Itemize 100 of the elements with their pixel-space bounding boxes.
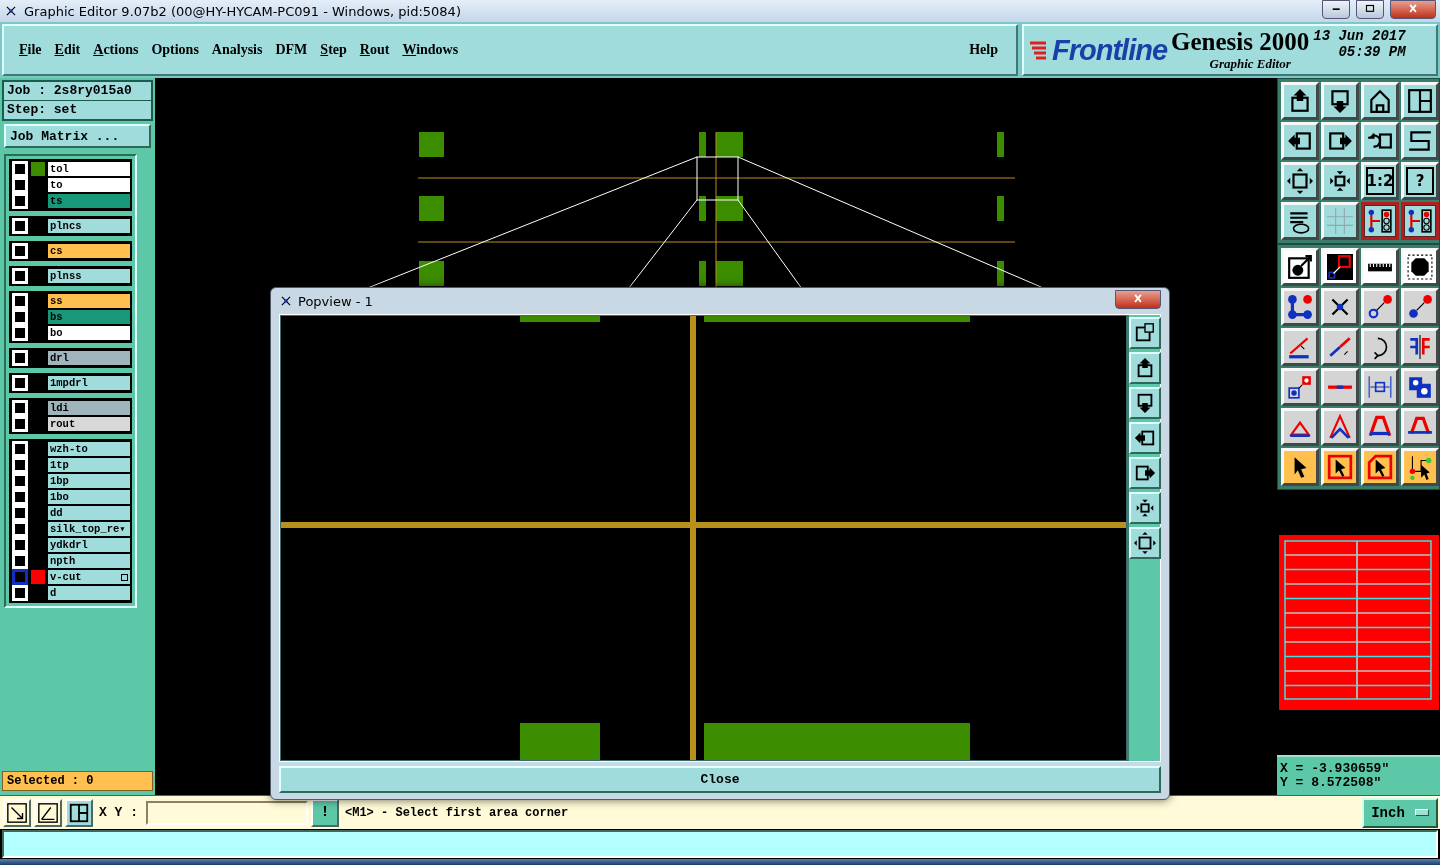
layer-name[interactable]: drl: [48, 351, 130, 365]
units-button[interactable]: Inch: [1362, 797, 1438, 828]
close-button[interactable]: [1390, 0, 1436, 19]
maximize-button[interactable]: [1356, 0, 1384, 19]
layer-name[interactable]: plncs: [48, 219, 130, 233]
circuit-icon: [1367, 208, 1393, 234]
menu-item[interactable]: Step: [315, 42, 352, 58]
window-title: Graphic Editor 9.07b2 (00@HY-HYCAM-PC091 - Windows, pid:5084): [24, 3, 462, 19]
shapes-icon: [1407, 374, 1433, 400]
dropdown-icon: [1414, 809, 1429, 816]
layer-name[interactable]: v-cut: [48, 570, 130, 584]
layer-checkbox[interactable]: [13, 570, 27, 584]
layer-name[interactable]: dd: [48, 506, 130, 520]
y-coordinate: Y = 8.572508": [1280, 776, 1383, 790]
layer-name[interactable]: cs: [48, 244, 130, 258]
layer-name[interactable]: 1bp: [48, 474, 130, 488]
window-grid-icon: [1407, 88, 1433, 114]
product-subtitle: Graphic Editor: [1209, 56, 1291, 72]
prompt-message: <M1> - Select first area corner: [345, 805, 570, 820]
close-button[interactable]: Close: [279, 766, 1161, 793]
copper-pad: [997, 261, 1004, 286]
triangle-icon: [1327, 414, 1353, 440]
layer-name[interactable]: silk_top_re▾: [48, 522, 130, 536]
copper-pad: [997, 196, 1004, 221]
time-text: 05:39 PM: [1338, 44, 1406, 60]
layer-name[interactable]: 1mpdrl: [48, 376, 130, 390]
close-button[interactable]: [1115, 289, 1161, 309]
tool-button[interactable]: 1:2: [1361, 162, 1399, 200]
layer-name[interactable]: wzh-to: [48, 442, 130, 456]
tool-button[interactable]: ?: [1401, 162, 1439, 200]
menu-item[interactable]: Edit: [49, 42, 86, 58]
pointer-path-icon: [1407, 454, 1433, 480]
layer-name[interactable]: ss: [48, 294, 130, 308]
step-name: Step: set: [6, 101, 79, 119]
s-curve-icon: [1407, 128, 1433, 154]
layer-name[interactable]: d: [48, 586, 130, 600]
menu-item[interactable]: Windows: [397, 42, 464, 58]
logo-text: Frontline: [1052, 33, 1168, 67]
grid-square-icon: [68, 801, 90, 824]
copper-pad: [699, 132, 706, 157]
snap-box-icon: [1327, 254, 1353, 280]
selected-count: Selected : 0: [2, 771, 153, 791]
shrink-arrows-icon: [1327, 168, 1353, 194]
layer-name[interactable]: ydkdrl: [48, 538, 130, 552]
layer-name[interactable]: ldi: [48, 401, 130, 415]
expand-arrows-icon: [1134, 532, 1156, 555]
layer-name[interactable]: bo: [48, 326, 130, 340]
layer-name[interactable]: npth: [48, 554, 130, 568]
minimize-icon: [1331, 7, 1341, 11]
x-coordinate: X = -3.930659": [1280, 762, 1391, 776]
circuit-icon: [1407, 208, 1433, 234]
layer-name[interactable]: ts: [48, 194, 130, 208]
menu-item[interactable]: Rout: [354, 42, 395, 58]
menu-item[interactable]: Analysis: [206, 42, 268, 58]
copper-pad: [419, 196, 444, 221]
xy-input-field[interactable]: [146, 800, 308, 825]
layer-name[interactable]: plnss: [48, 269, 130, 283]
panel-preview-drawing[interactable]: [1279, 535, 1439, 710]
layer-name[interactable]: to: [48, 178, 130, 192]
zoom-area-frame: [696, 156, 739, 201]
tool-button[interactable]: [1361, 202, 1399, 240]
layer-name[interactable]: 1bo: [48, 490, 130, 504]
menu-item[interactable]: Help: [964, 42, 1003, 58]
pointer-icon: [1327, 454, 1353, 480]
menu-item[interactable]: File: [14, 42, 47, 58]
grid-icon: [1327, 208, 1353, 234]
tool-button[interactable]: [1401, 202, 1439, 240]
square-arrow-icon: [1287, 374, 1313, 400]
expand-arrows-icon: [1287, 168, 1313, 194]
mirror-icon: [1407, 334, 1433, 360]
house-icon: [1367, 88, 1393, 114]
connected-dots-icon: [1287, 294, 1313, 320]
job-matrix-button[interactable]: Job Matrix ...: [4, 124, 151, 148]
copper-pad: [716, 261, 743, 286]
menu-item[interactable]: Options: [146, 42, 204, 58]
copper-pad: [997, 132, 1004, 157]
product-name: Genesis 2000: [1171, 28, 1310, 56]
copper-pad: [699, 261, 706, 286]
width-measure-icon: [1367, 374, 1393, 400]
pointer-icon: [1367, 454, 1393, 480]
xy-label: X Y :: [99, 805, 138, 820]
line-icon: [1327, 384, 1353, 390]
app-icon: [4, 4, 18, 18]
ring-arrow-icon: [1367, 294, 1393, 320]
speed-lines-icon: [1028, 39, 1048, 61]
layer-name[interactable]: rout: [48, 417, 130, 431]
work-layer-icon: [121, 574, 128, 581]
angle-icon: [37, 801, 59, 824]
copper-pad: [419, 261, 444, 286]
copper-pad: [419, 132, 444, 157]
menu-item[interactable]: DFM: [270, 42, 313, 58]
prompt-button[interactable]: !: [311, 798, 339, 827]
layer-name[interactable]: tol: [48, 162, 130, 176]
job-name: Job : 2s8ry015a0: [4, 82, 151, 101]
layer-name[interactable]: 1tp: [48, 458, 130, 472]
menu-item[interactable]: Actions: [88, 42, 144, 58]
copper-pad: [699, 196, 706, 221]
date-text: 13 Jun 2017: [1313, 28, 1406, 44]
layer-name[interactable]: bs: [48, 310, 130, 324]
minimize-button[interactable]: [1322, 0, 1350, 19]
